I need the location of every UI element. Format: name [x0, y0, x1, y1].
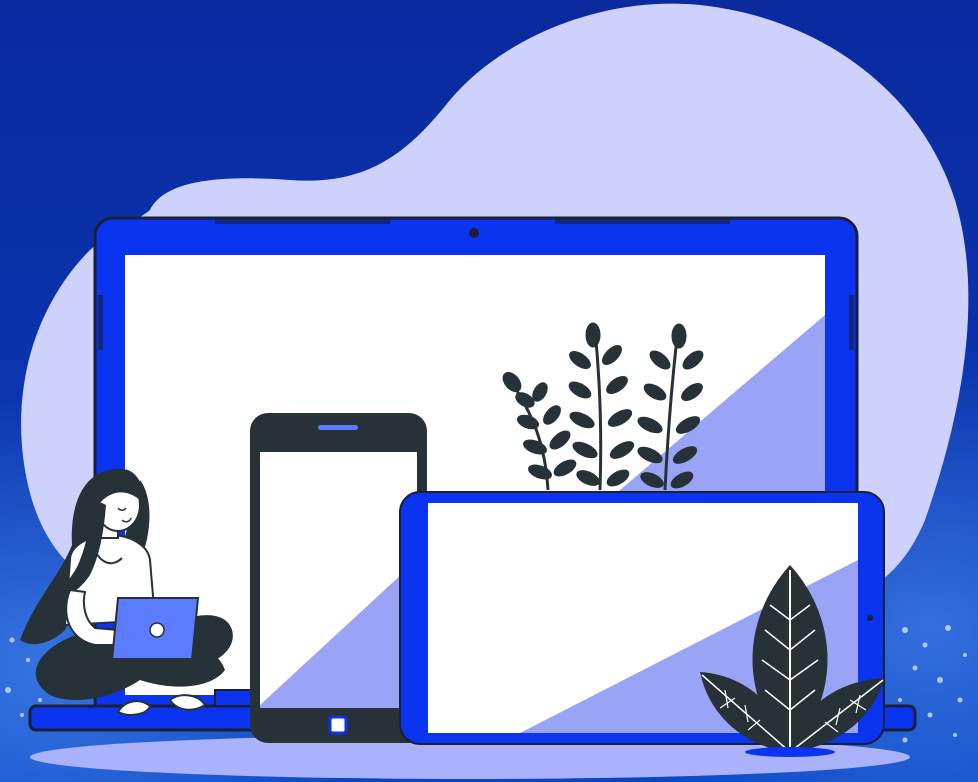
webcam-icon	[469, 228, 479, 238]
home-button-icon	[328, 715, 348, 735]
illustration-scene	[0, 0, 978, 782]
tablet-camera-icon	[867, 615, 873, 621]
devices-illustration	[0, 0, 978, 782]
